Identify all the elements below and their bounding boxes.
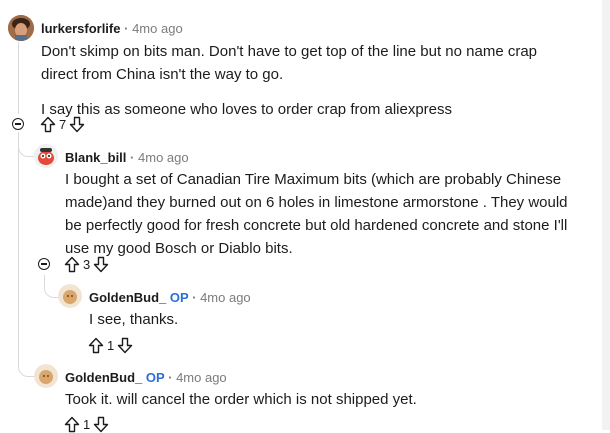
thread-elbow [18,352,35,377]
downvote-icon[interactable] [93,256,109,273]
avatar[interactable] [34,144,58,168]
separator: · [168,370,173,385]
scroll-edge [602,0,610,430]
op-badge: OP [145,370,165,385]
avatar-image [34,364,58,388]
avatar-image [8,15,34,41]
username[interactable]: GoldenBud_ [89,290,166,305]
collapse-thread-button[interactable] [38,258,50,270]
downvote-icon[interactable] [69,116,85,133]
username[interactable]: GoldenBud_ [65,370,142,385]
comment-body: I bought a set of Canadian Tire Maximum … [65,168,585,260]
timestamp[interactable]: 4mo ago [176,370,227,385]
vote-bar: 7 [40,115,85,133]
comment-header: GoldenBud_ OP · 4mo ago [65,370,227,385]
username[interactable]: lurkersforlife [41,21,120,36]
thread-line [18,42,19,114]
upvote-icon[interactable] [64,256,80,273]
avatar[interactable] [58,284,82,308]
username[interactable]: Blank_bill [65,150,126,165]
vote-bar: 1 [64,415,109,433]
comment-paragraph: I bought a set of Canadian Tire Maximum … [65,171,568,257]
separator: · [192,290,197,305]
comment-paragraph: Don't skimp on bits man. Don't have to g… [41,43,538,83]
separator: · [124,21,129,36]
timestamp[interactable]: 4mo ago [138,150,189,165]
comment-paragraph: I say this as someone who loves to order… [41,101,453,118]
avatar-image [34,144,58,168]
avatar-image [58,284,82,308]
upvote-icon[interactable] [40,116,56,133]
comment-header: lurkersforlife · 4mo ago [41,21,183,36]
comment-paragraph: I see, thanks. [89,311,179,328]
vote-bar: 1 [88,336,133,354]
thread-line [18,134,19,364]
separator: · [130,150,135,165]
vote-count: 1 [83,416,91,432]
vote-count: 7 [59,116,67,132]
comment-body: Took it. will cancel the order which is … [65,388,565,411]
comment-body: Don't skimp on bits man. Don't have to g… [41,40,576,121]
comment-header: GoldenBud_ OP · 4mo ago [89,290,251,305]
timestamp[interactable]: 4mo ago [132,21,183,36]
avatar[interactable] [34,364,58,388]
comment-header: Blank_bill · 4mo ago [65,150,189,165]
vote-bar: 3 [64,255,109,273]
upvote-icon[interactable] [88,337,104,354]
op-badge: OP [169,290,189,305]
timestamp[interactable]: 4mo ago [200,290,251,305]
comment-paragraph: Took it. will cancel the order which is … [65,391,417,408]
downvote-icon[interactable] [117,337,133,354]
vote-count: 3 [83,256,91,272]
collapse-thread-button[interactable] [12,118,24,130]
avatar[interactable] [8,15,34,41]
vote-count: 1 [107,337,115,353]
comment-body: I see, thanks. [89,308,569,331]
